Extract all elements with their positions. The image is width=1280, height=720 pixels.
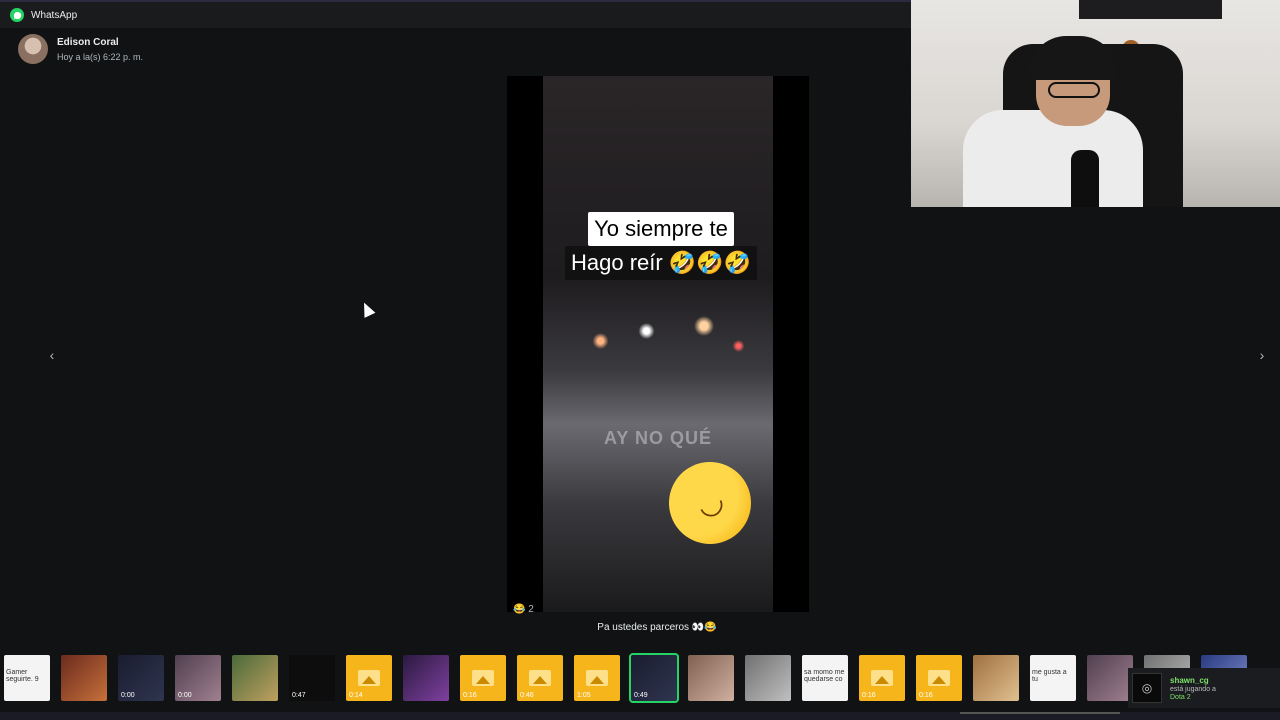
media-thumbnail[interactable] (688, 655, 734, 701)
message-reaction[interactable]: 😂 2 (513, 604, 534, 615)
thumbnail-duration: 1:05 (577, 692, 591, 699)
media-thumbnail[interactable]: 0:16 (916, 655, 962, 701)
media-thumbnail[interactable]: 0:49 (629, 653, 679, 703)
video-overlay-text: AY NO QUÉ (603, 428, 713, 448)
prev-media-button[interactable]: ‹ (42, 345, 62, 365)
media-thumbnail[interactable]: 0:46 (517, 655, 563, 701)
media-thumbnail[interactable]: 0:00 (118, 655, 164, 701)
media-thumbnail[interactable]: sa momo me quedarse co (802, 655, 848, 701)
media-thumbnail[interactable]: 0:47 (289, 655, 335, 701)
video-caption-line2: Hago reír 🤣🤣🤣 (565, 246, 757, 280)
thumbnail-duration: 0:16 (463, 692, 477, 699)
media-thumbnail[interactable] (1087, 655, 1133, 701)
media-thumbnail[interactable]: 0:16 (460, 655, 506, 701)
video-caption-line1: Yo siempre te (588, 212, 734, 246)
image-placeholder-icon (529, 670, 551, 686)
whatsapp-logo-icon (10, 8, 24, 22)
media-thumbnail[interactable]: 1:05 (574, 655, 620, 701)
sender-name: Edison Coral (57, 36, 119, 48)
chevron-left-icon: ‹ (49, 347, 55, 363)
street-scene (543, 291, 773, 391)
media-thumbnail-strip[interactable]: Gamer seguirte. 9 0:00 0:00 0:47 0:14 0:16 0:4… (0, 650, 1280, 706)
media-thumbnail[interactable]: me gusta a tu (1030, 655, 1076, 701)
thumbnail-text: Gamer seguirte. 9 (6, 669, 39, 683)
media-thumbnail[interactable] (61, 655, 107, 701)
chevron-right-icon: › (1259, 347, 1265, 363)
webcam-person-hair (1029, 36, 1117, 80)
media-thumbnail[interactable] (403, 655, 449, 701)
thumbnail-text: me gusta a tu (1032, 669, 1067, 683)
media-thumbnail[interactable]: 0:00 (175, 655, 221, 701)
image-placeholder-icon (586, 670, 608, 686)
thumbnail-text: sa momo me quedarse co (804, 669, 845, 683)
notification-status: está jugando a (1170, 685, 1216, 693)
message-caption: Pa ustedes parceros 👀😂 (597, 622, 717, 633)
notification-avatar: ◎ (1132, 673, 1162, 703)
image-placeholder-icon (358, 670, 380, 686)
webcam-microphone (1071, 150, 1099, 207)
sender-avatar[interactable] (18, 34, 48, 64)
image-placeholder-icon (472, 670, 494, 686)
webcam-person-body (963, 110, 1143, 207)
image-placeholder-icon (871, 670, 893, 686)
mouse-cursor-icon (358, 300, 376, 318)
video-frame-content: Yo siempre te Hago reír 🤣🤣🤣 AY NO QUÉ ◡ (543, 76, 773, 612)
sender-timestamp: Hoy a la(s) 6:22 p. m. (57, 51, 144, 62)
streamer-webcam (911, 0, 1280, 207)
thumbnail-duration: 0:16 (862, 692, 876, 699)
thumbnail-duration: 0:49 (634, 692, 648, 699)
media-thumbnail[interactable] (745, 655, 791, 701)
stream-notification: ◎ shawn_cg está jugando a Dota 2 (1128, 668, 1280, 708)
thumbnail-scrollbar[interactable] (960, 712, 1120, 714)
next-media-button[interactable]: › (1252, 345, 1272, 365)
webcam-glasses (1048, 82, 1100, 98)
media-thumbnail[interactable] (232, 655, 278, 701)
webcam-tv (1079, 0, 1222, 19)
thumbnail-duration: 0:16 (919, 692, 933, 699)
media-thumbnail[interactable]: Gamer seguirte. 9 (4, 655, 50, 701)
media-thumbnail[interactable]: 0:16 (859, 655, 905, 701)
thumbnail-duration: 0:47 (292, 692, 306, 699)
rofl-emoji-icon: ◡ (655, 448, 765, 558)
thumbnail-duration: 0:14 (349, 692, 363, 699)
image-placeholder-icon (928, 670, 950, 686)
sender-info: Edison Coral Hoy a la(s) 6:22 p. m. (18, 34, 143, 64)
media-viewer-video[interactable]: Yo siempre te Hago reír 🤣🤣🤣 AY NO QUÉ ◡ (507, 76, 809, 612)
media-thumbnail[interactable]: 0:14 (346, 655, 392, 701)
app-title: WhatsApp (31, 9, 78, 21)
app-titlebar: WhatsApp (0, 0, 912, 28)
media-thumbnail[interactable] (973, 655, 1019, 701)
video-caption: Yo siempre te Hago reír 🤣🤣🤣 (563, 212, 759, 280)
thumbnail-duration: 0:46 (520, 692, 534, 699)
thumbnail-duration: 0:00 (178, 692, 192, 699)
notification-user: shawn_cg (1170, 675, 1209, 685)
notification-game: Dota 2 (1170, 693, 1191, 701)
thumbnail-duration: 0:00 (121, 692, 135, 699)
